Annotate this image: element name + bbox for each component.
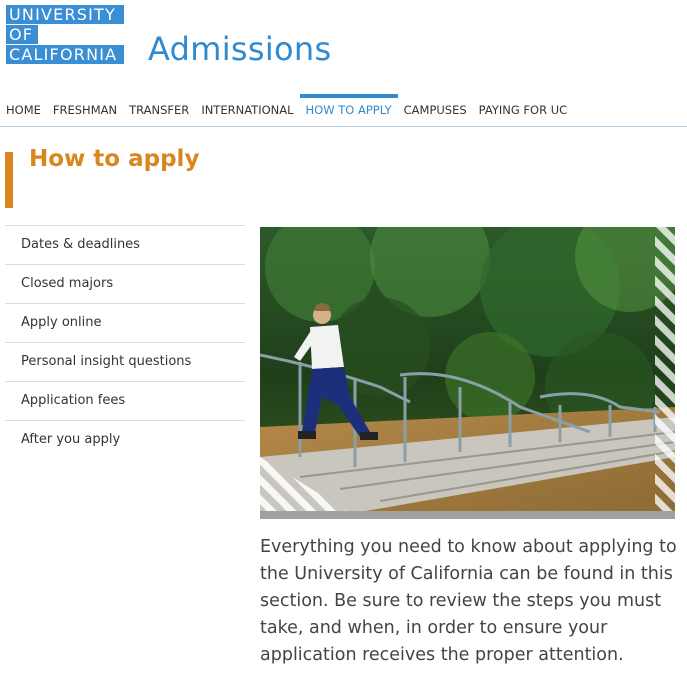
logo-line-of: OF <box>6 25 38 44</box>
sidemenu-item-personal-insight-questions[interactable]: Personal insight questions <box>5 343 245 382</box>
sidemenu-item-closed-majors[interactable]: Closed majors <box>5 265 245 304</box>
page-title: How to apply <box>29 146 200 172</box>
hero-image-student-running-stairs <box>260 227 675 519</box>
nav-item-campuses[interactable]: CAMPUSES <box>398 94 473 127</box>
main-nav: HOME FRESHMAN TRANSFER INTERNATIONAL HOW… <box>0 94 687 127</box>
nav-item-freshman[interactable]: FRESHMAN <box>47 94 123 127</box>
uc-logo[interactable]: UNIVERSITY OF CALIFORNIA <box>6 5 124 65</box>
logo-line-california: CALIFORNIA <box>6 45 124 64</box>
nav-item-transfer[interactable]: TRANSFER <box>123 94 195 127</box>
side-menu: Dates & deadlines Closed majors Apply on… <box>5 225 245 460</box>
nav-item-international[interactable]: INTERNATIONAL <box>195 94 299 127</box>
heading-accent-bar <box>5 152 13 208</box>
sidemenu-item-apply-online[interactable]: Apply online <box>5 304 245 343</box>
intro-paragraph: Everything you need to know about applyi… <box>260 537 677 665</box>
sidemenu-item-after-you-apply[interactable]: After you apply <box>5 421 245 460</box>
logo-line-university: UNIVERSITY <box>6 5 124 24</box>
hero-divider <box>260 511 675 519</box>
sidemenu-item-dates-deadlines[interactable]: Dates & deadlines <box>5 226 245 265</box>
nav-item-paying-for-uc[interactable]: PAYING FOR UC <box>473 94 574 127</box>
site-title[interactable]: Admissions <box>148 30 331 68</box>
nav-item-home[interactable]: HOME <box>0 94 47 127</box>
sidemenu-item-application-fees[interactable]: Application fees <box>5 382 245 421</box>
nav-item-how-to-apply[interactable]: HOW TO APPLY <box>299 94 398 127</box>
